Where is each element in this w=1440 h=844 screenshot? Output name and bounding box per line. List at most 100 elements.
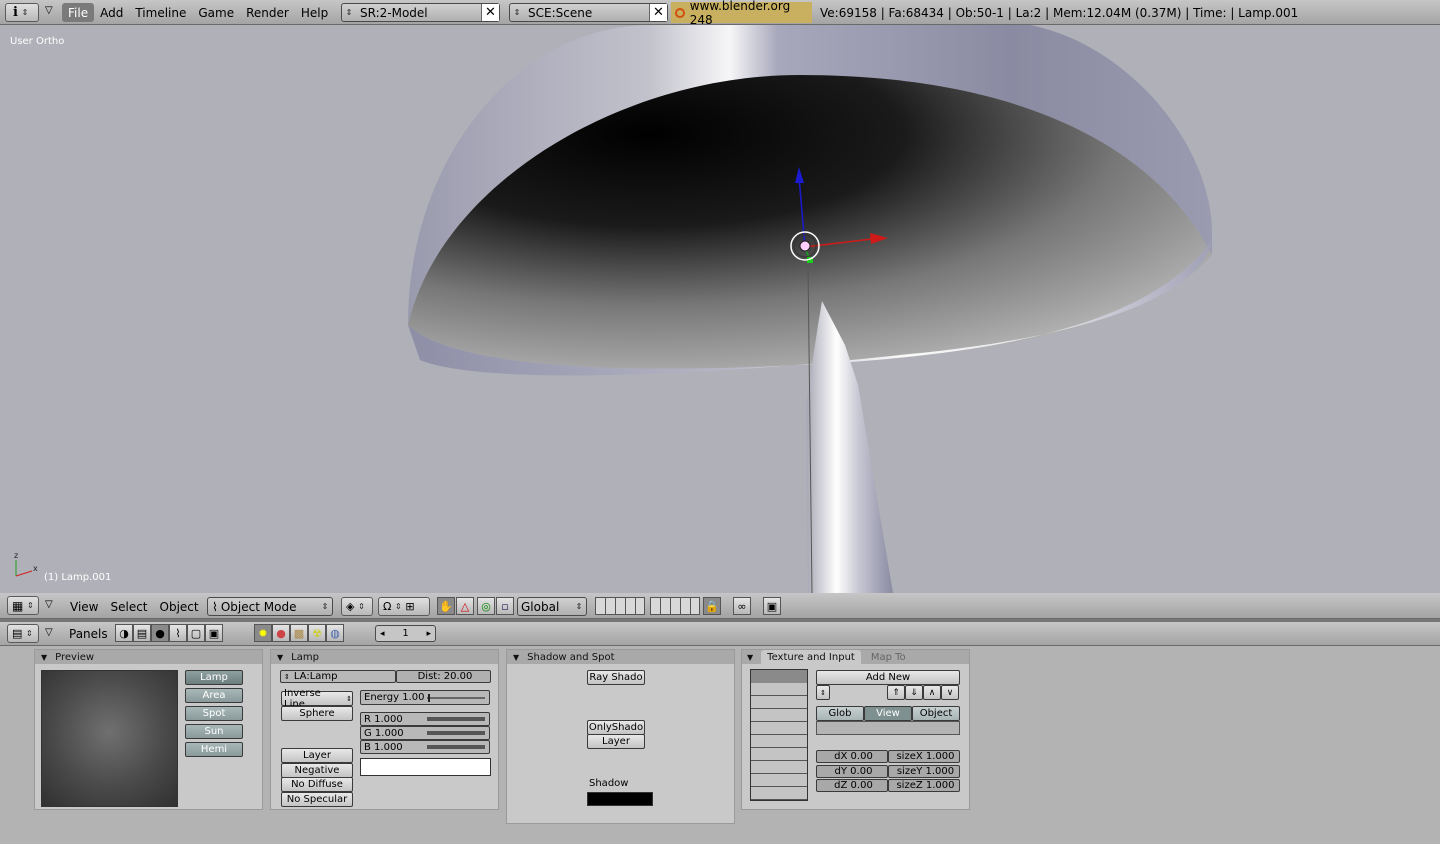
scene-selector[interactable]: ⇕ SCE:Scene ✕ [509,3,668,22]
offset-x-field[interactable]: dX 0.00 [816,750,888,763]
frame-number-field[interactable]: ◂ 1 ▸ [375,625,436,642]
lamp-type-sun[interactable]: Sun [185,724,243,739]
lamp-type-area[interactable]: Area [185,688,243,703]
blue-slider[interactable]: B 1.000 [360,740,490,754]
viewport-editor-type-button[interactable]: ▦ ⇕ [7,596,39,615]
no-specular-toggle[interactable]: No Specular [281,792,353,807]
frame-value[interactable]: 1 [385,628,427,639]
pivot-button[interactable]: Ω ⇕ ⊞ [378,597,430,616]
lamp-object-icon[interactable] [799,240,811,252]
dist-field[interactable]: Dist: 20.00 [396,670,491,683]
lamp-name[interactable]: LA:Lamp [294,671,338,682]
coord-glob[interactable]: Glob [816,706,864,721]
object-context-button[interactable]: ⌇ [169,624,187,642]
collapse-icon[interactable]: ▼ [41,653,47,662]
logic-context-button[interactable]: ◑ [115,624,133,642]
layer-buttons-2[interactable] [650,597,700,615]
paste-texture-icon[interactable]: ⇓ [905,685,923,700]
3d-viewport[interactable]: z x User Ortho (1) Lamp.001 [0,25,1440,593]
offset-x-value[interactable]: dX 0.00 [834,751,873,762]
collapse-menu-icon[interactable]: ▽ [45,5,53,16]
layer-toggle[interactable]: Layer [281,748,353,763]
offset-z-value[interactable]: dZ 0.00 [834,780,873,791]
offset-y-value[interactable]: dY 0.00 [835,766,873,777]
energy-value[interactable]: Energy 1.00 [364,692,424,703]
shadow-layer-toggle[interactable]: Layer [587,734,645,749]
script-context-button[interactable]: ▤ [133,624,151,642]
lamp-type-hemi[interactable]: Hemi [185,742,243,757]
offset-z-field[interactable]: dZ 0.00 [816,779,888,792]
size-x-field[interactable]: sizeX 1.000 [888,750,960,763]
world-subcontext-button[interactable]: ◍ [326,624,344,642]
size-z-value[interactable]: sizeZ 1.000 [896,780,954,791]
falloff-selector[interactable]: Inverse Line ⇕ [281,688,353,710]
collapse-icon[interactable]: ▼ [277,653,283,662]
mode-selector[interactable]: ⌇ Object Mode ⇕ [207,597,333,616]
size-y-field[interactable]: sizeY 1.000 [888,765,960,778]
lamp-type-spot[interactable]: Spot [185,706,243,721]
collapse-menu-icon[interactable]: ▽ [45,627,53,638]
decrement-icon[interactable]: ◂ [376,629,385,639]
energy-slider[interactable]: Energy 1.00 [360,690,490,705]
red-value[interactable]: R 1.000 [364,714,403,725]
menu-select[interactable]: Select [104,597,153,616]
copy-texture-icon[interactable]: ⇑ [887,685,905,700]
translate-button[interactable]: △ [456,597,474,615]
size-x-value[interactable]: sizeX 1.000 [896,751,954,762]
lamp-type-lamp[interactable]: Lamp [185,670,243,685]
menu-help[interactable]: Help [295,3,334,22]
menu-timeline[interactable]: Timeline [129,3,192,22]
lock-layers-button[interactable]: 🔒 [703,597,721,615]
rotate-button[interactable]: ◎ [477,597,495,615]
scale-button[interactable]: ▫ [496,597,514,615]
green-slider[interactable]: G 1.000 [360,726,490,740]
collapse-menu-icon[interactable]: ▽ [45,599,53,610]
blue-value[interactable]: B 1.000 [364,742,403,753]
size-y-value[interactable]: sizeY 1.000 [897,766,954,777]
lamp-panel-header[interactable]: ▼ Lamp [271,650,498,664]
negative-toggle[interactable]: Negative [281,763,353,778]
collapse-icon[interactable]: ▼ [747,653,753,662]
screen-selector[interactable]: ⇕ SR:2-Model ✕ [341,3,500,22]
menu-render[interactable]: Render [240,3,295,22]
red-slider[interactable]: R 1.000 [360,712,490,726]
screen-name[interactable]: SR:2-Model [356,6,481,20]
delete-screen-icon[interactable]: ✕ [481,4,499,21]
tab-map-to[interactable]: Map To [861,652,916,663]
lamp-color-swatch[interactable] [360,758,491,776]
radiosity-subcontext-button[interactable]: ☢ [308,624,326,642]
delete-scene-icon[interactable]: ✕ [649,4,667,21]
texture-channel-selected[interactable] [751,670,807,683]
website-link[interactable]: www.blender.org 248 [671,0,812,27]
editing-context-button[interactable]: ▢ [187,624,205,642]
texture-channel-list[interactable] [750,669,808,801]
ray-shadow-toggle[interactable]: Ray Shado [587,670,645,685]
menu-file[interactable]: File [62,3,95,22]
menu-view[interactable]: View [64,597,104,616]
render-preview-button[interactable]: ▣ [763,597,781,615]
menu-game[interactable]: Game [192,3,240,22]
scene-context-button[interactable]: ▣ [205,624,223,642]
texture-browse-button[interactable]: ⇕ [816,685,830,700]
sphere-toggle[interactable]: Sphere [281,706,353,721]
shading-context-button[interactable]: ● [151,624,169,642]
shadow-panel-header[interactable]: ▼ Shadow and Spot [507,650,734,664]
no-diffuse-toggle[interactable]: No Diffuse [281,777,353,792]
size-z-field[interactable]: sizeZ 1.000 [888,779,960,792]
website-text[interactable]: www.blender.org 248 [690,0,812,27]
menu-object[interactable]: Object [154,597,205,616]
manipulator-toggle-button[interactable]: ✋ [437,597,455,615]
only-shadow-toggle[interactable]: OnlyShado [587,720,645,735]
lamp-datablock-field[interactable]: ⇕ LA:Lamp [280,670,396,683]
collapse-icon[interactable]: ▼ [513,653,519,662]
coord-view[interactable]: View [864,706,912,721]
shadow-color-swatch[interactable] [587,792,653,806]
draw-type-button[interactable]: ◈ ⇕ [341,597,373,616]
material-subcontext-button[interactable]: ● [272,624,290,642]
tab-texture-input[interactable]: Texture and Input [761,650,861,664]
dist-value[interactable]: Dist: 20.00 [418,671,473,682]
editor-type-button[interactable]: i ⇕ [5,3,39,22]
move-down-icon[interactable]: ∨ [941,685,959,700]
add-new-texture-button[interactable]: Add New [816,670,960,685]
buttons-editor-type-button[interactable]: ▤ ⇕ [7,624,39,643]
